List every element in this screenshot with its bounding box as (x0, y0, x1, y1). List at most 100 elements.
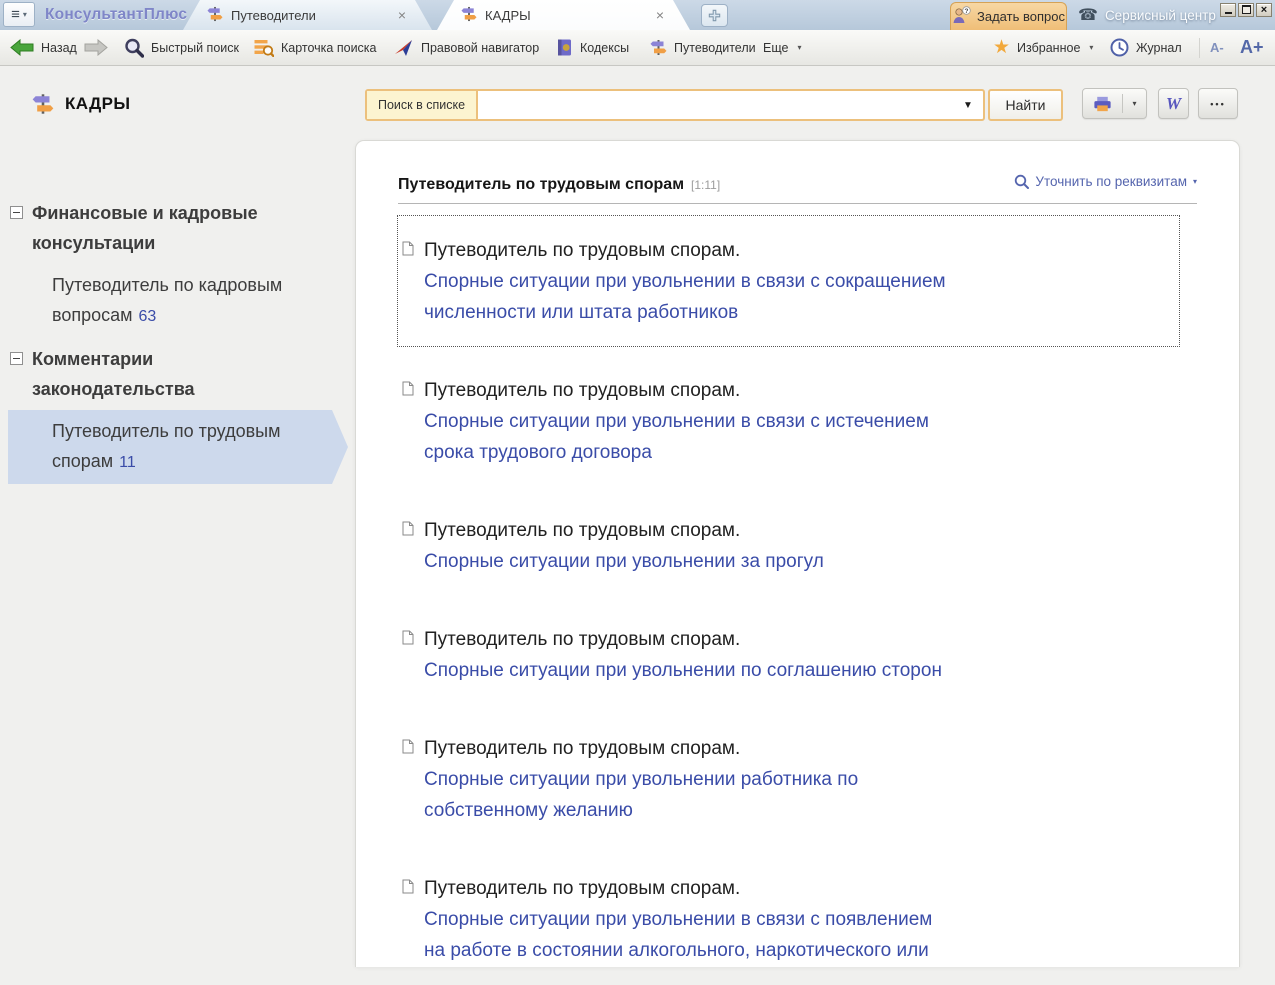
tree-node-kommentarii-zakonodatelstva[interactable]: Комментарии законодательства (0, 344, 355, 404)
print-button[interactable] (1083, 89, 1122, 118)
document-icon (402, 739, 414, 759)
list-item[interactable]: Путеводитель по трудовым спорам. Спорные… (397, 713, 1180, 845)
more-label: Еще (763, 41, 788, 55)
tree-item-label: Путеводитель по трудовым спорам (52, 421, 280, 471)
item-link[interactable]: Спорные ситуации при увольнении за прогу… (424, 546, 1169, 577)
list-item[interactable]: Путеводитель по трудовым спорам. Спорные… (397, 355, 1180, 487)
list-item[interactable]: Путеводитель по трудовым спорам. Спорные… (397, 495, 1180, 596)
chevron-down-icon: ▾ (23, 10, 27, 19)
navigator-icon (394, 39, 414, 57)
item-link[interactable]: Спорные ситуации при увольнении работник… (424, 764, 1169, 826)
minimize-button[interactable] (1220, 3, 1236, 17)
dropdown-arrow-icon: ▼ (963, 100, 973, 111)
tree-item-putevoditel-trudovym-sporam[interactable]: Путеводитель по трудовым спорам11 (8, 410, 348, 484)
person-question-icon: ? (952, 6, 971, 27)
print-options-button[interactable]: ▾ (1123, 89, 1146, 118)
restore-icon (1242, 5, 1251, 14)
tab-label: КАДРЫ (485, 8, 531, 23)
tree-node-label: Комментарии законодательства (32, 344, 195, 404)
clock-icon (1110, 38, 1129, 57)
close-icon: × (1261, 5, 1267, 16)
tree-item-putevoditel-kadrovym-voprosam[interactable]: Путеводитель по кадровым вопросам63 (0, 270, 355, 332)
tree-node-label: Финансовые и кадровые консультации (32, 198, 258, 258)
header-separator (398, 203, 1197, 204)
item-title: Путеводитель по трудовым спорам. (424, 733, 1169, 764)
chevron-down-icon: ▾ (797, 43, 801, 52)
toolbar-divider (1199, 38, 1200, 58)
item-title: Путеводитель по трудовым спорам. (424, 515, 1169, 546)
item-count-badge: 11 (119, 454, 136, 471)
item-link[interactable]: Спорные ситуации при увольнении в связи … (424, 406, 1169, 468)
codes-book-icon (556, 38, 573, 57)
item-title: Путеводитель по трудовым спорам. (424, 624, 1169, 655)
list-item[interactable]: Путеводитель по трудовым спорам. Спорные… (397, 604, 1180, 705)
window-controls: × (1220, 3, 1272, 17)
svg-text:?: ? (965, 8, 969, 15)
favorites-button[interactable]: ★ Избранное ▾ (993, 30, 1093, 65)
list-item[interactable]: Путеводитель по трудовым спорам. Спорные… (397, 215, 1180, 347)
results-list: Путеводитель по трудовым спорам. Спорные… (356, 215, 1239, 985)
back-label: Назад (41, 41, 77, 55)
search-icon (124, 38, 144, 58)
close-icon[interactable]: × (398, 8, 406, 22)
forward-arrow-icon (84, 39, 108, 56)
codes-button[interactable]: Кодексы (556, 30, 629, 65)
item-link[interactable]: Спорные ситуации при увольнении по согла… (424, 655, 1169, 686)
close-icon[interactable]: × (656, 8, 664, 22)
ask-question-label: Задать вопрос (977, 9, 1065, 24)
search-dropdown-button[interactable]: ▼ (953, 91, 983, 119)
export-word-button[interactable]: W (1158, 88, 1189, 119)
chevron-down-icon: ▾ (1132, 99, 1136, 108)
service-center-link[interactable]: ☎ Сервисный центр (1078, 0, 1216, 30)
item-title: Путеводитель по трудовым спорам. (424, 873, 1169, 904)
search-card-label: Карточка поиска (281, 41, 377, 55)
guides-label: Путеводители (674, 41, 756, 55)
find-button[interactable]: Найти (988, 89, 1063, 121)
print-split-button: ▾ (1082, 88, 1147, 119)
star-icon: ★ (993, 38, 1010, 57)
close-window-button[interactable]: × (1256, 3, 1272, 17)
quick-search-label: Быстрый поиск (151, 41, 239, 55)
list-item[interactable]: Путеводитель по трудовым спорам. Спорные… (397, 853, 1180, 985)
item-link[interactable]: Спорные ситуации при увольнении в связи … (424, 266, 1169, 328)
restore-button[interactable] (1238, 3, 1254, 17)
chevron-down-icon: ▾ (1089, 43, 1093, 52)
font-smaller-button[interactable]: A- (1210, 30, 1224, 65)
tab-putevoditeli[interactable]: Путеводители × (183, 0, 432, 30)
refine-label: Уточнить по реквизитам (1035, 174, 1187, 189)
main-menu-button[interactable]: ≡ ▾ (3, 2, 35, 27)
legal-navigator-label: Правовой навигатор (421, 41, 539, 55)
forward-button[interactable] (84, 30, 108, 65)
search-card-button[interactable]: Карточка поиска (254, 30, 377, 65)
tree-item-label: Путеводитель по кадровым вопросам (52, 275, 282, 325)
list-search-group: Поиск в списке ▼ (365, 89, 985, 121)
quick-search-button[interactable]: Быстрый поиск (124, 30, 239, 65)
item-title: Путеводитель по трудовым спорам. (424, 375, 1169, 406)
document-icon (402, 381, 414, 401)
results-title: Путеводитель по трудовым спорам (398, 176, 684, 194)
more-menu-button[interactable]: Еще ▾ (763, 30, 801, 65)
more-actions-button[interactable]: ••• (1198, 88, 1238, 119)
signpost-icon (650, 39, 667, 56)
guides-button[interactable]: Путеводители (650, 30, 756, 65)
search-input[interactable] (478, 91, 953, 119)
word-icon: W (1166, 94, 1181, 114)
refine-by-attributes-link[interactable]: Уточнить по реквизитам ▾ (1014, 174, 1197, 189)
tree-node-fin-kadr-konsultacii[interactable]: Финансовые и кадровые консультации (0, 198, 355, 258)
item-link[interactable]: Спорные ситуации при увольнении в связи … (424, 904, 1169, 966)
new-tab-button[interactable] (701, 4, 728, 27)
hamburger-icon: ≡ (11, 7, 20, 22)
font-larger-button[interactable]: A+ (1240, 30, 1264, 65)
legal-navigator-button[interactable]: Правовой навигатор (394, 30, 539, 65)
results-panel: Путеводитель по трудовым спорам [1:11] У… (355, 140, 1240, 967)
minimize-icon (1225, 12, 1232, 14)
document-icon (402, 630, 414, 650)
collapse-icon[interactable] (10, 206, 23, 219)
ask-question-button[interactable]: ? Задать вопрос (950, 2, 1067, 30)
collapse-icon[interactable] (10, 352, 23, 365)
tab-kadry[interactable]: КАДРЫ × (437, 0, 690, 30)
journal-label: Журнал (1136, 41, 1182, 55)
document-icon (402, 879, 414, 899)
back-button[interactable]: Назад (10, 30, 77, 65)
journal-button[interactable]: Журнал (1110, 30, 1182, 65)
